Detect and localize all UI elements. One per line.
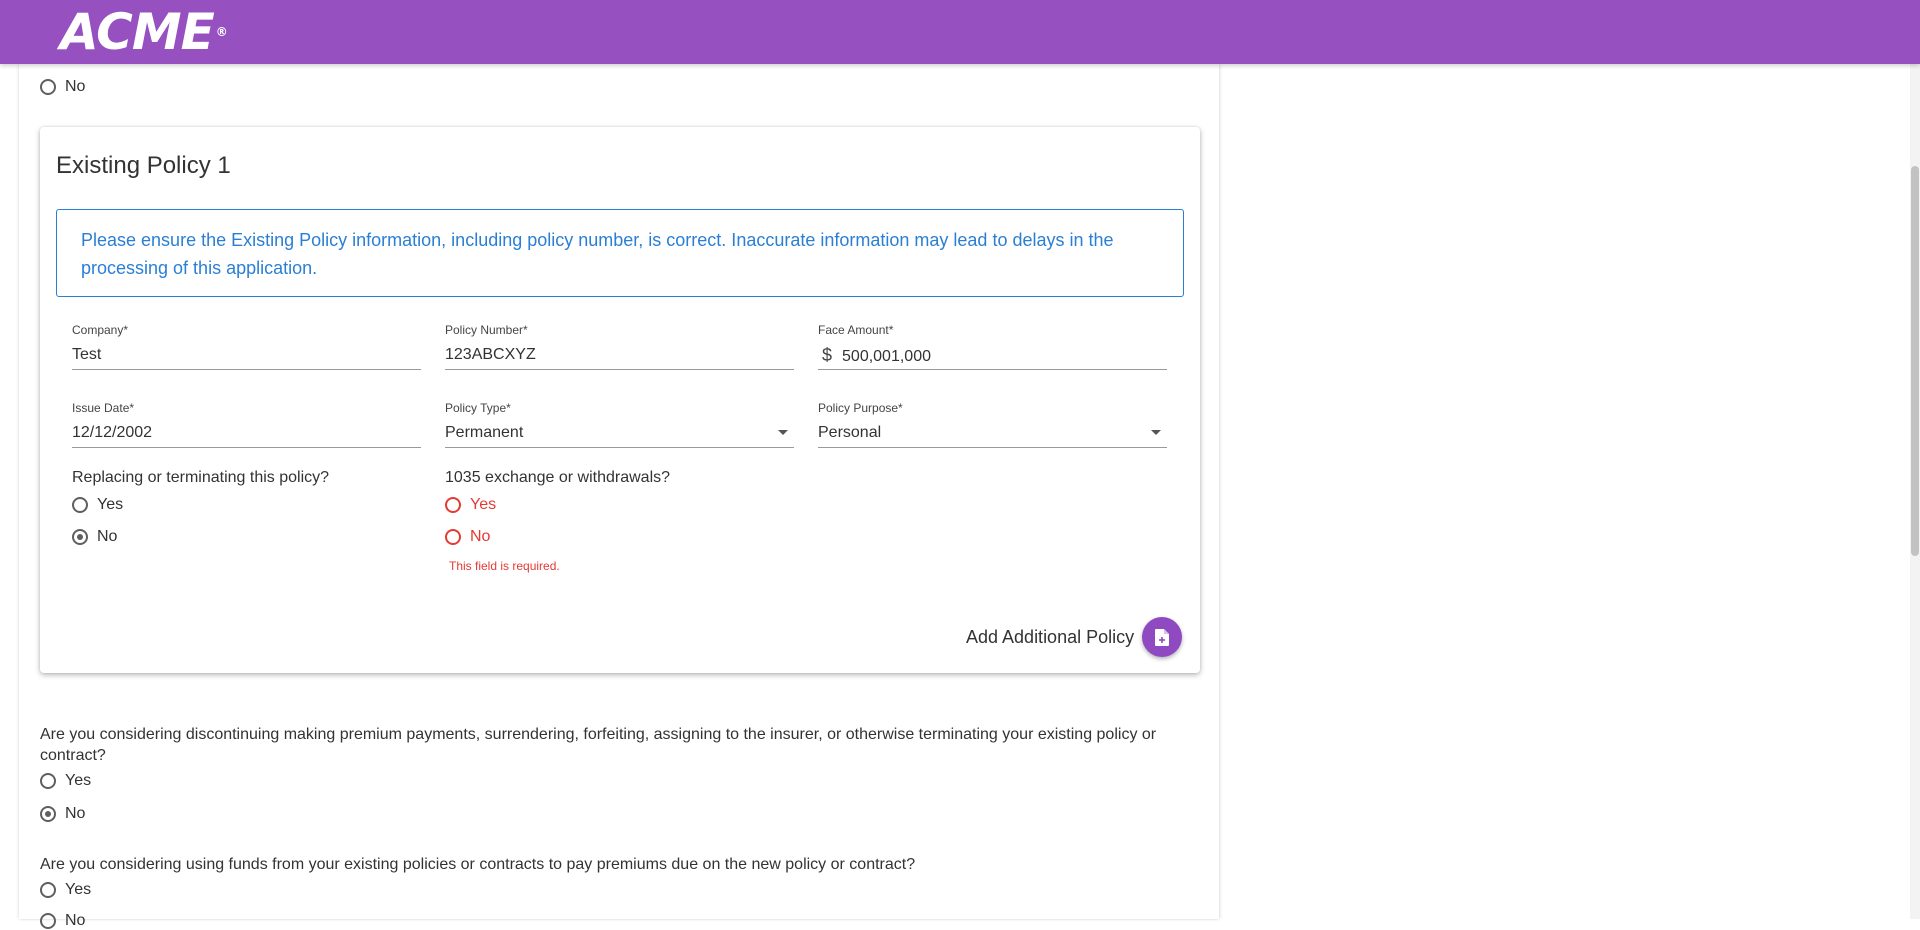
funds-yes-label: Yes bbox=[65, 881, 92, 898]
company-label: Company* bbox=[72, 323, 129, 337]
issue-date-input[interactable]: 12/12/2002 bbox=[72, 419, 421, 448]
discontinuing-yes-label: Yes bbox=[65, 772, 92, 789]
info-notice-text: Please ensure the Existing Policy inform… bbox=[81, 230, 1114, 278]
dropdown-arrow-icon[interactable] bbox=[778, 430, 788, 435]
funds-no-label: No bbox=[65, 912, 86, 929]
replacing-yes-option[interactable]: Yes bbox=[72, 496, 123, 514]
exchange-error-message: This field is required. bbox=[449, 559, 560, 573]
issue-date-label: Issue Date* bbox=[72, 401, 135, 415]
prev-question-no-label: No bbox=[65, 78, 86, 95]
policy-number-input[interactable]: 123ABCXYZ bbox=[445, 341, 794, 370]
radio-button[interactable] bbox=[445, 529, 461, 545]
face-amount-label: Face Amount* bbox=[818, 323, 894, 337]
discontinuing-no-label: No bbox=[65, 805, 86, 822]
radio-button-checked[interactable] bbox=[72, 529, 88, 545]
funds-no-option[interactable]: No bbox=[40, 912, 85, 930]
radio-button-checked[interactable] bbox=[40, 806, 56, 822]
company-input[interactable]: Test bbox=[72, 341, 421, 370]
prev-question-no-option[interactable]: No bbox=[40, 78, 85, 96]
replacing-question-label: Replacing or terminating this policy? bbox=[72, 469, 330, 486]
existing-policy-card: Existing Policy 1 Please ensure the Exis… bbox=[40, 127, 1200, 673]
registered-mark: ® bbox=[215, 25, 228, 39]
radio-button[interactable] bbox=[445, 497, 461, 513]
exchange-no-option[interactable]: No bbox=[445, 528, 490, 546]
policy-number-value: 123ABCXYZ bbox=[445, 346, 536, 363]
funds-yes-option[interactable]: Yes bbox=[40, 881, 91, 899]
exchange-no-label: No bbox=[470, 528, 491, 545]
info-notice: Please ensure the Existing Policy inform… bbox=[56, 209, 1184, 297]
company-value: Test bbox=[72, 346, 102, 363]
policy-purpose-value: Personal bbox=[818, 424, 882, 441]
policy-type-value: Permanent bbox=[445, 424, 524, 441]
exchange-yes-option[interactable]: Yes bbox=[445, 496, 496, 514]
top-app-bar: ACME ® bbox=[0, 0, 1920, 64]
replacing-yes-label: Yes bbox=[97, 496, 124, 513]
dropdown-arrow-icon[interactable] bbox=[1151, 430, 1161, 435]
policy-number-label: Policy Number* bbox=[445, 323, 528, 337]
radio-button[interactable] bbox=[40, 773, 56, 789]
note-add-icon[interactable] bbox=[1142, 617, 1183, 657]
replacing-no-option[interactable]: No bbox=[72, 528, 117, 546]
face-amount-value: 500,001,000 bbox=[842, 348, 931, 365]
policy-type-dropdown[interactable]: Permanent bbox=[445, 419, 794, 448]
radio-button[interactable] bbox=[72, 497, 88, 513]
discontinuing-question-label: Are you considering discontinuing making… bbox=[40, 726, 1157, 764]
radio-button[interactable] bbox=[40, 913, 56, 929]
radio-button[interactable] bbox=[40, 79, 56, 95]
policy-purpose-label: Policy Purpose* bbox=[818, 401, 903, 415]
radio-button[interactable] bbox=[40, 882, 56, 898]
issue-date-value: 12/12/2002 bbox=[72, 424, 153, 441]
policy-type-label: Policy Type* bbox=[445, 401, 511, 415]
scrollbar-thumb[interactable] bbox=[1911, 166, 1919, 556]
add-policy-label: Add Additional Policy bbox=[966, 626, 1135, 647]
exchange-yes-label: Yes bbox=[470, 496, 497, 513]
exchange-question-label: 1035 exchange or withdrawals? bbox=[445, 469, 671, 486]
replacing-no-label: No bbox=[97, 528, 118, 545]
discontinuing-no-option[interactable]: No bbox=[40, 805, 85, 823]
funds-question-label: Are you considering using funds from you… bbox=[40, 856, 916, 873]
card-title: Existing Policy 1 bbox=[56, 152, 231, 179]
acme-logo[interactable]: ACME ® bbox=[60, 3, 228, 61]
face-amount-input[interactable]: $500,001,000 bbox=[818, 341, 1167, 370]
discontinuing-yes-option[interactable]: Yes bbox=[40, 772, 91, 790]
add-additional-policy-button[interactable]: Add Additional Policy bbox=[966, 617, 1183, 657]
logo-text: ACME bbox=[60, 3, 215, 61]
policy-purpose-dropdown[interactable]: Personal bbox=[818, 419, 1167, 448]
dollar-icon: $ bbox=[822, 345, 833, 365]
